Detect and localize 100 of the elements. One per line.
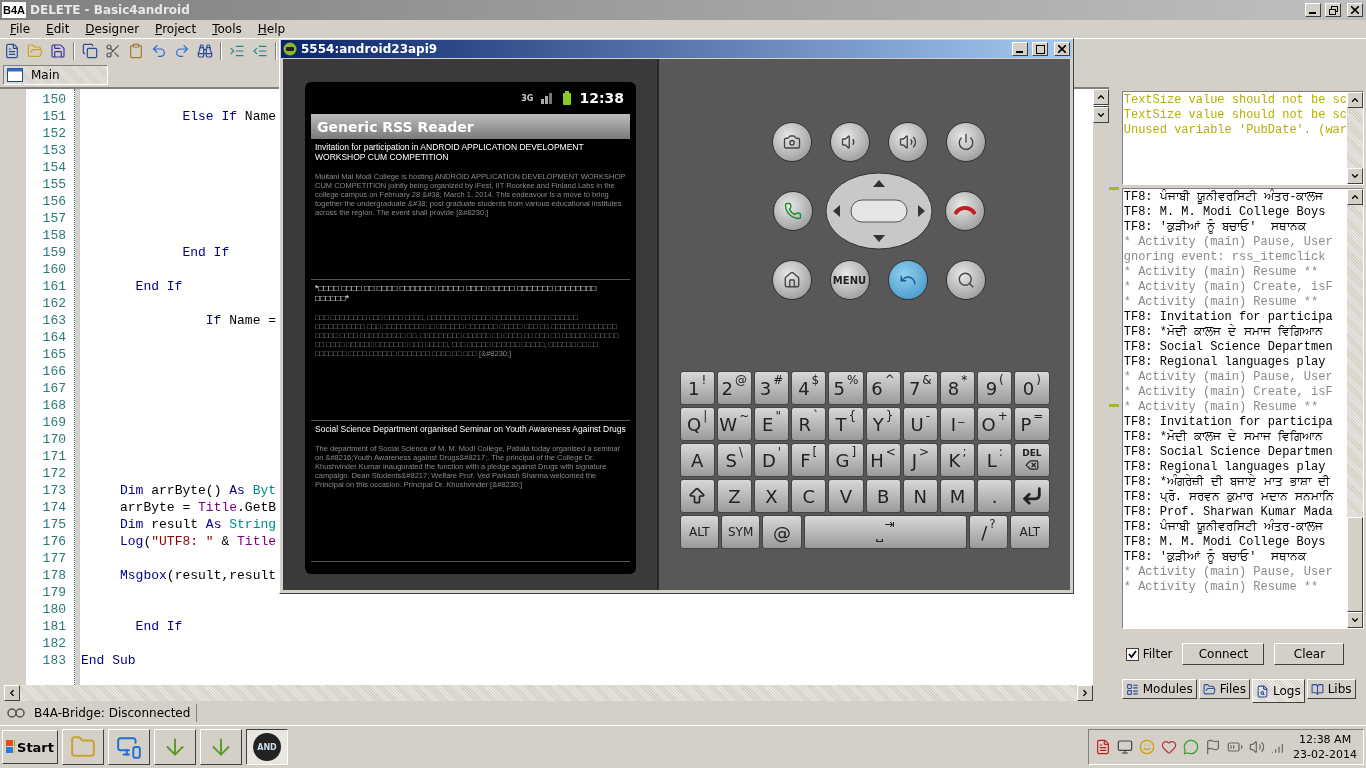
keyboard-key[interactable]: 8*: [939, 371, 976, 405]
call-button[interactable]: [772, 191, 813, 231]
keyboard-key[interactable]: @: [762, 515, 802, 549]
taskbar-app[interactable]: [108, 729, 150, 765]
enter-key[interactable]: [1014, 479, 1050, 513]
menu-item[interactable]: Designer: [77, 22, 148, 36]
panel-tab[interactable]: Libs: [1306, 679, 1356, 699]
taskbar-app[interactable]: [200, 729, 242, 765]
keyboard-key[interactable]: W~: [716, 407, 752, 441]
volume-down-button[interactable]: [829, 122, 870, 162]
keyboard-key[interactable]: R`: [791, 407, 827, 441]
keyboard-key[interactable]: N: [902, 479, 938, 513]
keyboard-key[interactable]: 0): [1014, 371, 1050, 405]
menu-item[interactable]: Help: [249, 22, 294, 36]
volume-up-button[interactable]: [887, 122, 928, 162]
keyboard-key[interactable]: 2@: [716, 371, 752, 405]
delete-key[interactable]: DEL: [1014, 443, 1050, 477]
menu-item[interactable]: Tools: [204, 22, 250, 36]
horizontal-scrollbar[interactable]: [4, 685, 1109, 701]
keyboard-key[interactable]: D': [753, 443, 790, 477]
menu-item[interactable]: File: [2, 22, 39, 36]
keyboard-key[interactable]: S\: [716, 443, 752, 477]
filter-checkbox[interactable]: [1125, 647, 1139, 661]
status-time: 12:38: [579, 90, 624, 106]
back-button[interactable]: [887, 260, 928, 300]
keyboard-key[interactable]: B: [865, 479, 901, 513]
keyboard-key[interactable]: J>: [902, 443, 938, 477]
keyboard-key[interactable]: ALT: [679, 515, 719, 549]
keyboard-key[interactable]: C: [791, 479, 827, 513]
scrollbar-thumb[interactable]: [1092, 105, 1109, 107]
keyboard-key[interactable]: M: [939, 479, 976, 513]
keyboard-key[interactable]: 7&: [902, 371, 938, 405]
module-tab[interactable]: Main: [3, 65, 108, 85]
close-button[interactable]: [1054, 42, 1070, 56]
keyboard-key[interactable]: F[: [791, 443, 827, 477]
keyboard-key[interactable]: X: [753, 479, 790, 513]
menu-button[interactable]: MENU: [829, 260, 870, 300]
keyboard-key[interactable]: 6^: [865, 371, 901, 405]
speaker-icon: [1249, 739, 1266, 755]
maximize-button[interactable]: [1032, 42, 1048, 56]
scrollbar-thumb[interactable]: [1347, 516, 1363, 612]
keyboard-key[interactable]: 1!: [679, 371, 715, 405]
keyboard-key[interactable]: .: [977, 479, 1013, 513]
minimize-button[interactable]: [1305, 3, 1321, 17]
feed-title[interactable]: Invitation for participation in ANDROID APPLICATION DEVELOPMENT WORKSHOP CUM COMPETITION: [315, 142, 626, 162]
enter-arrow-icon: [1020, 485, 1043, 507]
emulator-icon: [283, 42, 297, 56]
keyboard-key[interactable]: SYM: [720, 515, 761, 549]
keyboard-key[interactable]: E": [753, 407, 790, 441]
keyboard-key[interactable]: H<: [865, 443, 901, 477]
log-button[interactable]: Clear: [1274, 643, 1345, 665]
feed-title[interactable]: *□□□□ □□□□ □□ □□□□ □□□□□□□ □□□□□ □□□□ □□□□□ □□□□□□□ □□□□□□□□ □□□□□□*: [315, 283, 626, 303]
log-line: TF8: ਪ੍ਰੋ. ਸਰਵਨ ਕੁਮਾਰ ਮਦਾਨ ਸਨਮਾਨਿ: [1123, 490, 1335, 505]
restore-button[interactable]: [1325, 3, 1341, 17]
scroll-marker: [1108, 187, 1119, 190]
home-button[interactable]: [771, 260, 812, 300]
scrollbar[interactable]: [1347, 189, 1363, 628]
keyboard-key[interactable]: ALT: [1010, 515, 1050, 549]
dpad[interactable]: [824, 172, 933, 250]
keyboard-key[interactable]: U-: [902, 407, 938, 441]
log-line: * Activity (main) Pause, User: [1123, 235, 1334, 250]
keyboard-key[interactable]: Z: [716, 479, 752, 513]
keyboard-key[interactable]: Y}: [865, 407, 901, 441]
taskbar-app[interactable]: [154, 729, 196, 765]
scrollbar[interactable]: [1347, 92, 1363, 184]
search-button[interactable]: [945, 260, 986, 300]
panel-tab[interactable]: Files: [1198, 679, 1250, 699]
keyboard-key[interactable]: G]: [828, 443, 864, 477]
panel-tab[interactable]: Modules: [1121, 679, 1197, 699]
keyboard-key[interactable]: V: [828, 479, 864, 513]
menu-item[interactable]: Edit: [38, 22, 78, 36]
feed-title[interactable]: Social Science Department organised Seminar on Youth Awareness Against Drugs: [315, 424, 626, 434]
camera-button[interactable]: [771, 122, 812, 162]
keyboard-key[interactable]: T{: [828, 407, 864, 441]
keyboard-key[interactable]: 5%: [828, 371, 864, 405]
menu-item[interactable]: Project: [147, 22, 205, 36]
panel-tab[interactable]: Logs: [1252, 679, 1305, 703]
keyboard-key[interactable]: P=: [1014, 407, 1050, 441]
keyboard-key[interactable]: 3#: [753, 371, 790, 405]
keyboard-key[interactable]: 4$: [791, 371, 827, 405]
line-number: 175: [41, 516, 67, 533]
end-call-button[interactable]: [944, 191, 985, 231]
keyboard-key[interactable]: /?: [968, 515, 1009, 549]
minimize-button[interactable]: [1012, 42, 1028, 56]
start-button[interactable]: Start: [2, 730, 58, 764]
keyboard-key[interactable]: I_: [939, 407, 976, 441]
close-button[interactable]: [1347, 3, 1363, 17]
taskbar-app[interactable]: [62, 729, 104, 765]
log-line: * Activity (main) Pause, User: [1123, 565, 1334, 580]
keyboard-key[interactable]: 9(: [977, 371, 1013, 405]
keyboard-key[interactable]: Q|: [679, 407, 715, 441]
taskbar-app[interactable]: AND: [246, 729, 288, 765]
keyboard-key[interactable]: K;: [939, 443, 976, 477]
power-button[interactable]: [945, 122, 986, 162]
keyboard-key[interactable]: O+: [977, 407, 1013, 441]
keyboard-key[interactable]: L:: [977, 443, 1013, 477]
shift-key[interactable]: [679, 479, 715, 513]
space-key[interactable]: ⎵⇥: [803, 515, 967, 549]
keyboard-key[interactable]: A: [679, 443, 715, 477]
log-button[interactable]: Connect: [1182, 643, 1265, 665]
